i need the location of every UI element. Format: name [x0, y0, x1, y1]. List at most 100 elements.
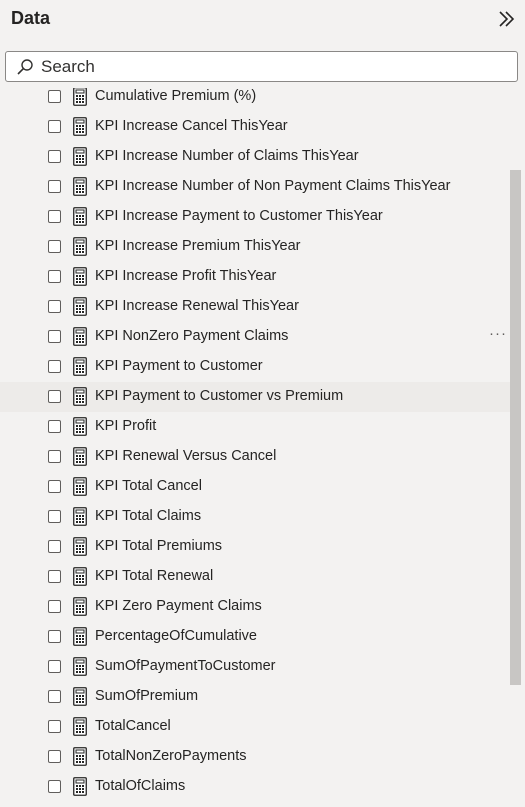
- field-row[interactable]: KPI Renewal Versus Cancel: [0, 442, 510, 472]
- field-checkbox[interactable]: [48, 630, 61, 643]
- field-checkbox[interactable]: [48, 780, 61, 793]
- calculator-icon: [73, 297, 87, 316]
- field-checkbox[interactable]: [48, 690, 61, 703]
- field-label: KPI Increase Renewal ThisYear: [95, 298, 299, 314]
- field-label: TotalNonZeroPayments: [95, 748, 247, 764]
- calculator-icon: [73, 447, 87, 466]
- field-row[interactable]: KPI Payment to Customer vs Premium: [0, 382, 510, 412]
- field-checkbox[interactable]: [48, 750, 61, 763]
- field-row[interactable]: KPI Profit: [0, 412, 510, 442]
- calculator-icon: [73, 177, 87, 196]
- calculator-icon: [73, 267, 87, 286]
- field-label: KPI Profit: [95, 418, 157, 434]
- field-checkbox[interactable]: [48, 660, 61, 673]
- vertical-scrollbar[interactable]: [510, 170, 521, 685]
- calculator-icon: [73, 207, 87, 226]
- field-checkbox[interactable]: [48, 240, 61, 253]
- field-row[interactable]: KPI Increase Renewal ThisYear: [0, 292, 510, 322]
- calculator-icon: [73, 507, 87, 526]
- field-label: KPI Increase Number of Claims ThisYear: [95, 148, 359, 164]
- calculator-icon: [73, 537, 87, 556]
- field-checkbox[interactable]: [48, 360, 61, 373]
- field-row[interactable]: KPI Payment to Customer: [0, 352, 510, 382]
- field-checkbox[interactable]: [48, 90, 61, 103]
- field-checkbox[interactable]: [48, 510, 61, 523]
- field-row[interactable]: KPI Increase Number of Non Payment Claim…: [0, 172, 510, 202]
- calculator-icon: [73, 327, 87, 346]
- field-label: PercentageOfCumulative: [95, 628, 257, 644]
- collapse-pane-button[interactable]: [492, 6, 520, 32]
- field-label: Cumulative Premium (%): [95, 88, 257, 104]
- field-label: KPI Increase Number of Non Payment Claim…: [95, 178, 451, 194]
- calculator-icon: [73, 387, 87, 406]
- field-checkbox[interactable]: [48, 270, 61, 283]
- field-row[interactable]: SumOfPaymentToCustomer: [0, 652, 510, 682]
- field-row[interactable]: KPI Increase Number of Claims ThisYear: [0, 142, 510, 172]
- field-row[interactable]: KPI Increase Premium ThisYear: [0, 232, 510, 262]
- calculator-icon: [73, 717, 87, 736]
- field-label: KPI NonZero Payment Claims: [95, 328, 289, 344]
- field-row[interactable]: Cumulative Premium (%): [0, 88, 510, 112]
- calculator-icon: [73, 777, 87, 796]
- search-icon: [17, 59, 33, 75]
- field-label: KPI Zero Payment Claims: [95, 598, 262, 614]
- field-row[interactable]: KPI NonZero Payment Claims ···: [0, 322, 510, 352]
- search-box[interactable]: [5, 51, 518, 82]
- more-options-button[interactable]: ···: [489, 325, 507, 342]
- field-label: TotalOfClaims: [95, 778, 186, 794]
- field-label: KPI Total Claims: [95, 508, 202, 524]
- field-label: KPI Payment to Customer vs Premium: [95, 388, 344, 404]
- field-checkbox[interactable]: [48, 450, 61, 463]
- field-checkbox[interactable]: [48, 570, 61, 583]
- field-label: KPI Total Premiums: [95, 538, 223, 554]
- field-checkbox[interactable]: [48, 600, 61, 613]
- calculator-icon: [73, 477, 87, 496]
- field-checkbox[interactable]: [48, 210, 61, 223]
- field-row[interactable]: PercentageOfCumulative: [0, 622, 510, 652]
- field-checkbox[interactable]: [48, 120, 61, 133]
- pane-header: Data: [0, 0, 525, 44]
- calculator-icon: [73, 747, 87, 766]
- field-checkbox[interactable]: [48, 480, 61, 493]
- calculator-icon: [73, 627, 87, 646]
- data-pane: Data Cumulativ: [0, 0, 525, 807]
- field-checkbox[interactable]: [48, 720, 61, 733]
- field-label: KPI Increase Premium ThisYear: [95, 238, 301, 254]
- double-chevron-right-icon: [499, 11, 515, 27]
- search-input[interactable]: [41, 55, 501, 79]
- calculator-icon: [73, 657, 87, 676]
- field-label: SumOfPremium: [95, 688, 199, 704]
- field-checkbox[interactable]: [48, 540, 61, 553]
- calculator-icon: [73, 597, 87, 616]
- field-row[interactable]: TotalCancel: [0, 712, 510, 742]
- field-label: KPI Renewal Versus Cancel: [95, 448, 277, 464]
- field-row[interactable]: TotalOfClaims: [0, 772, 510, 802]
- field-label: KPI Total Renewal: [95, 568, 214, 584]
- field-row[interactable]: KPI Increase Cancel ThisYear: [0, 112, 510, 142]
- field-label: KPI Increase Payment to Customer ThisYea…: [95, 208, 383, 224]
- field-checkbox[interactable]: [48, 330, 61, 343]
- field-row[interactable]: TotalNonZeroPayments: [0, 742, 510, 772]
- field-checkbox[interactable]: [48, 150, 61, 163]
- field-row[interactable]: KPI Total Claims: [0, 502, 510, 532]
- field-row[interactable]: KPI Zero Payment Claims: [0, 592, 510, 622]
- field-list: Cumulative Premium (%) KPI Increase Canc…: [0, 88, 510, 807]
- pane-title: Data: [11, 8, 51, 28]
- field-label: SumOfPaymentToCustomer: [95, 658, 276, 674]
- field-row[interactable]: KPI Total Cancel: [0, 472, 510, 502]
- field-checkbox[interactable]: [48, 390, 61, 403]
- field-row[interactable]: SumOfPremium: [0, 682, 510, 712]
- calculator-icon: [73, 147, 87, 166]
- calculator-icon: [73, 567, 87, 586]
- calculator-icon: [73, 237, 87, 256]
- field-checkbox[interactable]: [48, 420, 61, 433]
- field-checkbox[interactable]: [48, 180, 61, 193]
- calculator-icon: [73, 417, 87, 436]
- field-label: TotalCancel: [95, 718, 171, 734]
- field-row[interactable]: KPI Total Renewal: [0, 562, 510, 592]
- field-row[interactable]: KPI Increase Profit ThisYear: [0, 262, 510, 292]
- field-row[interactable]: KPI Total Premiums: [0, 532, 510, 562]
- field-row[interactable]: KPI Increase Payment to Customer ThisYea…: [0, 202, 510, 232]
- field-label: KPI Total Cancel: [95, 478, 202, 494]
- field-checkbox[interactable]: [48, 300, 61, 313]
